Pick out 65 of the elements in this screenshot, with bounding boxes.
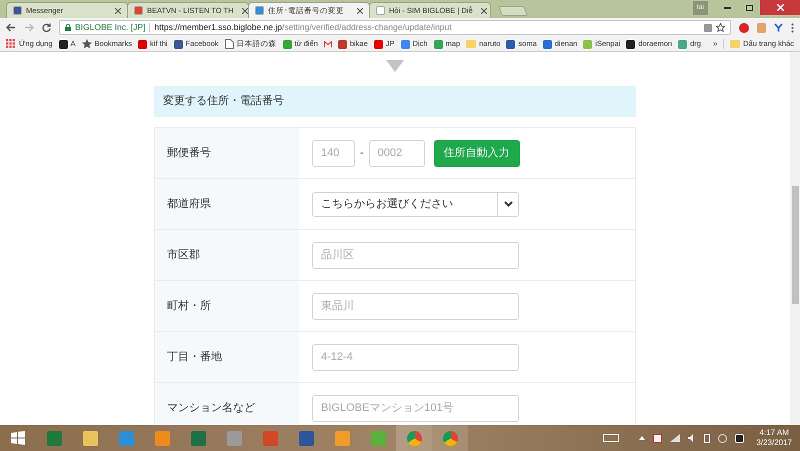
browser-icon[interactable]	[406, 430, 422, 446]
extension-icon[interactable]	[774, 23, 783, 32]
scrollbar[interactable]	[790, 52, 800, 425]
field-label: マンション名など	[167, 400, 255, 416]
tab-favicon-icon	[376, 6, 385, 15]
postal-separator: -	[359, 146, 365, 161]
url-text: https://member1.sso.biglobe.ne.jp/setting/verified/address-change/update/input	[154, 21, 452, 34]
field-label: 町村・所	[167, 298, 211, 314]
site-favicon-icon	[583, 40, 592, 48]
text-field[interactable]: BIGLOBEマンション101号	[312, 394, 519, 422]
close-icon[interactable]	[115, 8, 121, 14]
site-favicon-icon	[338, 40, 347, 48]
apps-grid-icon	[6, 39, 16, 49]
field-label: 都道府県	[167, 196, 211, 212]
back-icon[interactable]	[6, 23, 16, 32]
star-icon	[82, 39, 92, 49]
tab-favicon-icon	[134, 6, 143, 15]
text-field[interactable]: 品川区	[312, 242, 519, 268]
address-bar[interactable]: BIGLOBE Inc. [JP] https://member1.sso.biglobe.ne.jp/setting/verified/address-change/update/input	[59, 20, 731, 35]
mail-icon[interactable]	[324, 40, 332, 48]
reload-icon[interactable]	[42, 23, 51, 32]
site-favicon-icon	[138, 40, 148, 48]
text-field[interactable]: 東品川	[312, 292, 519, 320]
site-favicon-icon	[434, 40, 443, 48]
site-identity: BIGLOBE Inc. [JP]	[75, 21, 146, 34]
windows-logo-icon[interactable]	[11, 431, 25, 445]
network-icon[interactable]	[670, 434, 680, 442]
site-favicon-icon	[174, 40, 183, 48]
close-icon[interactable]	[480, 8, 487, 14]
clock-time: 4:17 AM	[760, 428, 789, 438]
section-heading: 変更する住所・電話番号	[163, 94, 284, 110]
battery-icon[interactable]	[704, 434, 710, 442]
site-favicon-icon	[58, 40, 68, 48]
site-favicon-icon	[678, 40, 688, 48]
field-label: 丁目・番地	[167, 350, 222, 365]
close-icon[interactable]	[242, 8, 248, 14]
menu-icon[interactable]	[791, 22, 794, 32]
tab-favicon-icon	[255, 6, 264, 15]
tray-arrow-icon[interactable]	[639, 436, 646, 440]
notification-icon[interactable]	[735, 434, 744, 442]
site-favicon-icon	[374, 40, 383, 48]
page-icon	[224, 39, 234, 49]
keyboard-icon[interactable]	[603, 434, 620, 442]
site-favicon-icon	[506, 40, 516, 48]
select-value: こちらからお選びください	[320, 196, 454, 212]
site-favicon-icon	[542, 40, 552, 48]
prefecture-select[interactable]: こちらからお選びください	[312, 192, 519, 216]
close-window-icon[interactable]	[760, 0, 800, 15]
field-label: 郵便番号	[167, 146, 211, 161]
site-favicon-icon	[400, 40, 410, 48]
field-label: 市区郡	[167, 248, 200, 263]
chevron-down-icon	[504, 201, 512, 207]
down-triangle-icon	[386, 60, 404, 72]
postal-code-field[interactable]: 0002	[368, 140, 425, 166]
text-field[interactable]: 4-12-4	[312, 344, 519, 370]
tab-favicon-icon	[13, 6, 22, 15]
clock-date: 3/23/2017	[756, 438, 792, 448]
postal-code-field[interactable]: 140	[312, 140, 355, 166]
more-bookmarks-button[interactable]: »	[712, 38, 718, 50]
site-favicon-icon	[626, 40, 636, 48]
lock-icon	[65, 24, 71, 31]
star-icon[interactable]	[716, 23, 725, 32]
site-favicon-icon	[282, 40, 292, 48]
browser-icon[interactable]	[442, 430, 458, 446]
close-icon[interactable]	[357, 8, 363, 14]
